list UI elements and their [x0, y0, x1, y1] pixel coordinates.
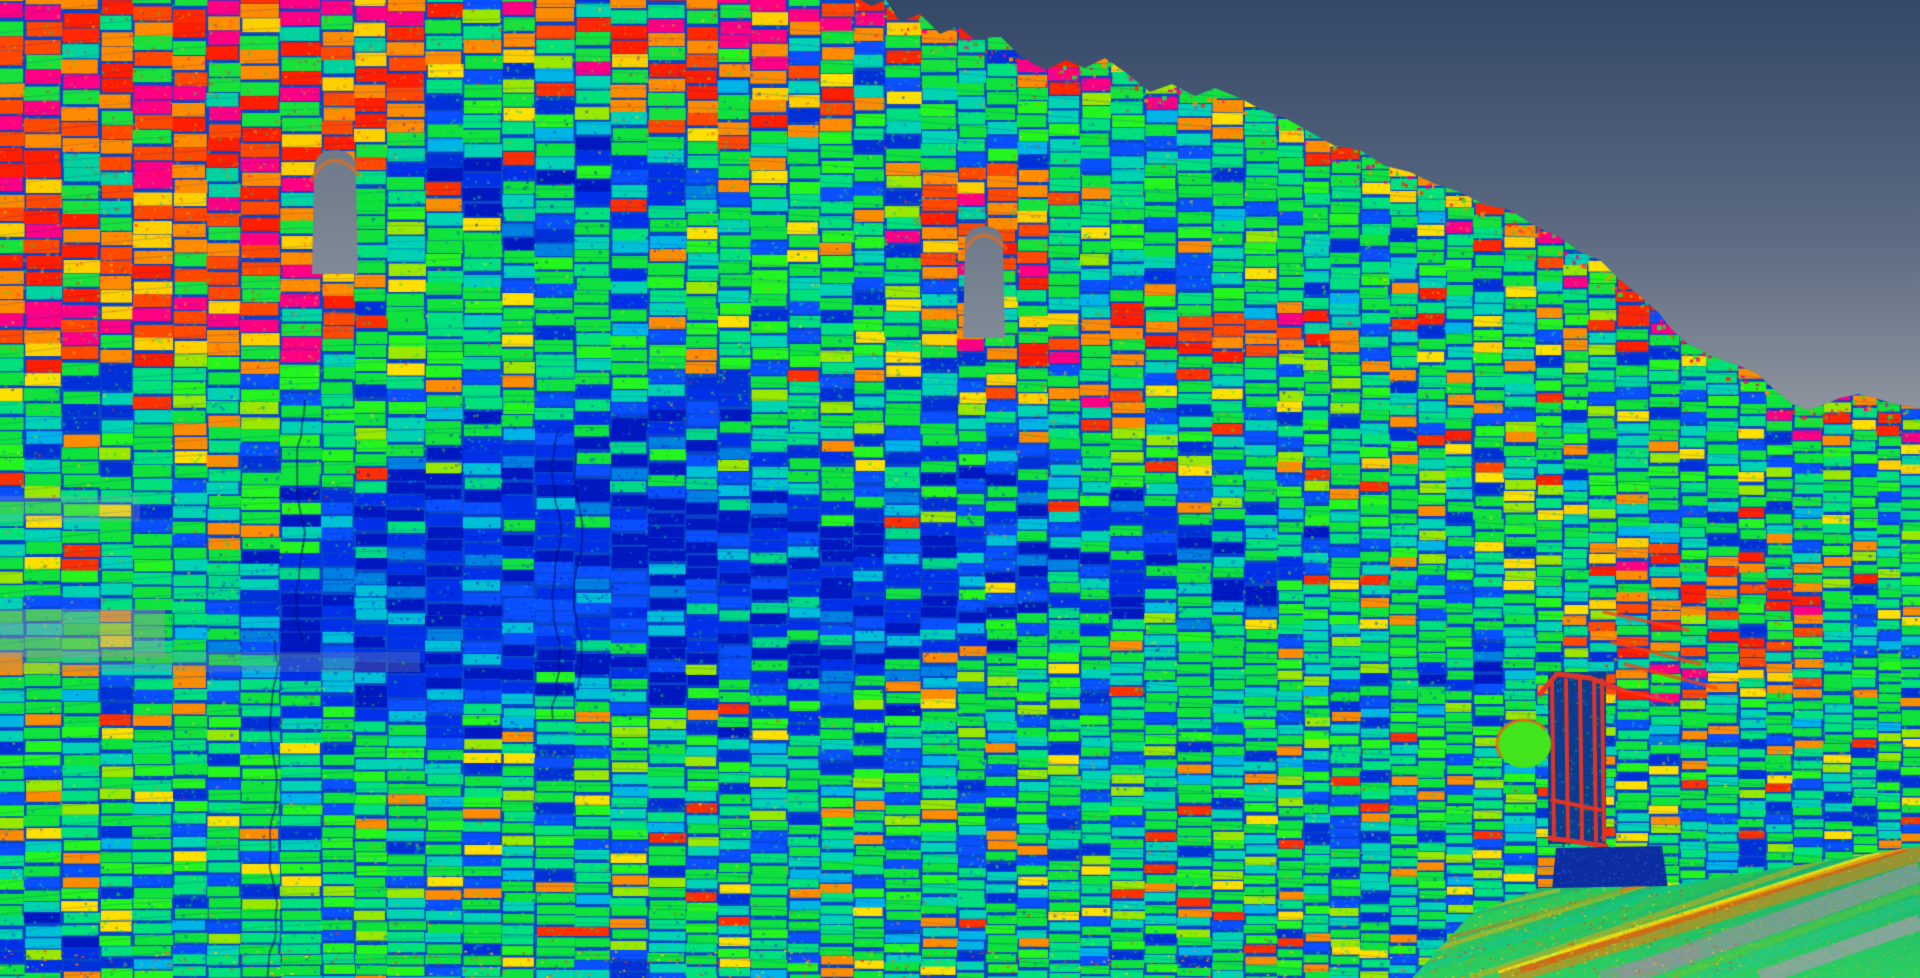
scan-viewport	[0, 0, 1920, 978]
point-cloud-render	[0, 0, 1920, 978]
